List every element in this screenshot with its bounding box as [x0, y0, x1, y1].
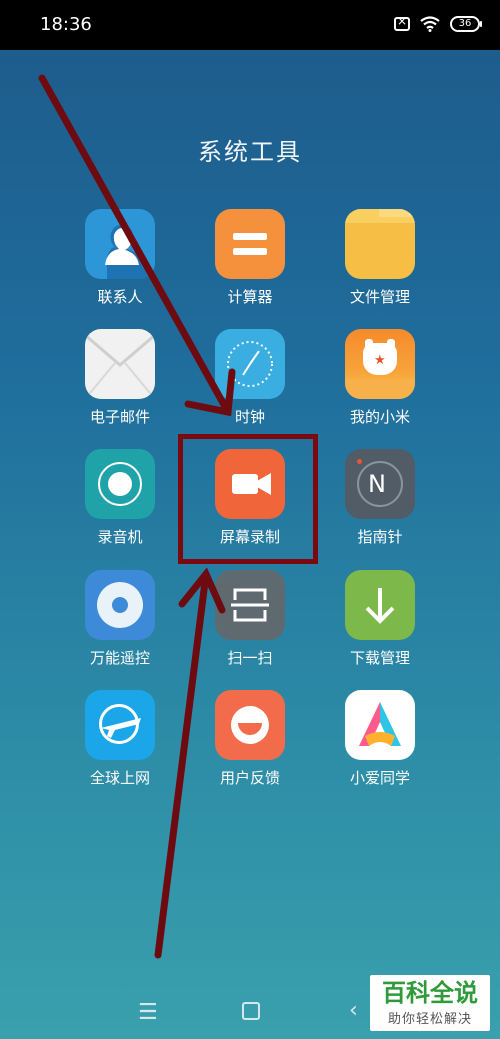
arrow-line-top	[38, 74, 232, 416]
back-button[interactable]: ‹	[349, 998, 358, 1023]
annotation-arrows	[38, 74, 236, 959]
watermark-logo: 百科全说 助你轻松解决	[370, 975, 490, 1031]
menu-button[interactable]: ☰	[138, 1000, 158, 1025]
watermark-subtitle: 助你轻松解决	[387, 1012, 472, 1027]
home-button[interactable]	[242, 1002, 260, 1020]
arrow-line-bottom	[154, 570, 210, 959]
watermark-title: 百科全说	[382, 979, 478, 1007]
